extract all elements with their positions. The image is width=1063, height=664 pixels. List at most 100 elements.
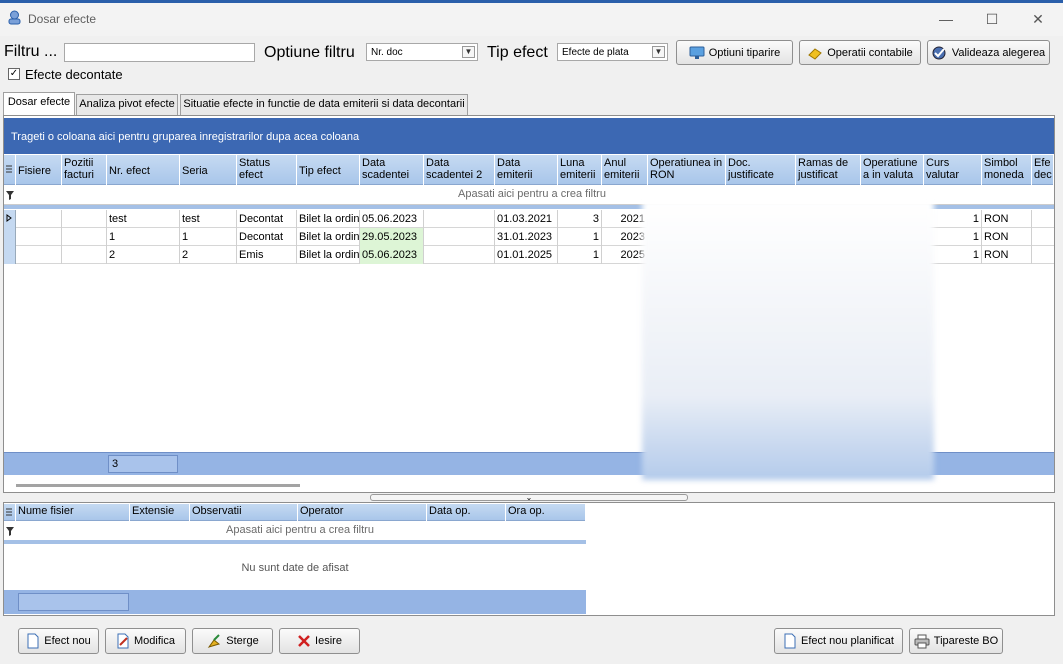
cell-pozitii[interactable]	[62, 228, 107, 246]
edit-document-icon	[117, 633, 129, 649]
column-chooser-icon[interactable]	[4, 504, 16, 521]
cell-fisiere[interactable]	[16, 210, 62, 228]
cell-tip-efect[interactable]: Bilet la ordin	[297, 246, 360, 264]
column-chooser-icon[interactable]	[4, 155, 16, 185]
cell-seria[interactable]: 1	[180, 228, 237, 246]
cell-tip-efect[interactable]: Bilet la ordin	[297, 210, 360, 228]
cell-data-emiterii[interactable]: 01.01.2025	[495, 246, 558, 264]
cell-status[interactable]: Decontat	[237, 228, 297, 246]
cell-seria[interactable]: test	[180, 210, 237, 228]
splitter-handle[interactable]: ⌄	[370, 494, 688, 502]
new-planned-effect-label: Efect nou planificat	[801, 635, 894, 647]
column-header[interactable]: Curs valutar	[924, 155, 982, 185]
column-header[interactable]: Data scadentei	[360, 155, 424, 185]
column-header[interactable]: Luna emiterii	[558, 155, 602, 185]
tab-dosar-efecte[interactable]: Dosar efecte	[3, 92, 75, 116]
column-header[interactable]: Doc. justificate	[726, 155, 796, 185]
row-indicator[interactable]	[4, 246, 16, 264]
close-button[interactable]: ✕	[1023, 8, 1053, 30]
column-header[interactable]: Data op.	[427, 504, 506, 521]
broom-icon	[208, 634, 221, 648]
column-header[interactable]: Operatiunea in RON	[648, 155, 726, 185]
column-header[interactable]: Operator	[298, 504, 427, 521]
filter-icon	[6, 527, 14, 536]
cell-data-scadentei-2[interactable]	[424, 246, 495, 264]
print-options-button[interactable]: Optiuni tiparire	[676, 40, 793, 65]
maximize-button[interactable]: ☐	[977, 8, 1007, 30]
validate-button[interactable]: Valideaza alegerea	[927, 40, 1050, 65]
exit-button[interactable]: Iesire	[279, 628, 360, 654]
tab-analiza-pivot[interactable]: Analiza pivot efecte	[76, 94, 178, 115]
cell-status[interactable]: Decontat	[237, 210, 297, 228]
column-header[interactable]: Ramas de justificat	[796, 155, 861, 185]
cell-nr-efect[interactable]: test	[107, 210, 180, 228]
modify-label: Modifica	[134, 635, 175, 647]
filter-option-label: Optiune filtru	[264, 44, 355, 61]
row-indicator[interactable]	[4, 228, 16, 246]
files-filter-row[interactable]: Apasati aici pentru a crea filtru	[4, 522, 586, 540]
cell-data-emiterii[interactable]: 31.01.2023	[495, 228, 558, 246]
column-header[interactable]: Status efect	[237, 155, 297, 185]
column-header[interactable]: Anul emiterii	[602, 155, 648, 185]
new-effect-button[interactable]: Efect nou	[18, 628, 99, 654]
effect-type-select[interactable]: Efecte de plata ▼	[557, 43, 668, 61]
row-count: 3	[108, 455, 178, 473]
cell-data-emiterii[interactable]: 01.03.2021	[495, 210, 558, 228]
settled-label: Efecte decontate	[25, 67, 123, 82]
column-header[interactable]: Efe dec	[1032, 155, 1054, 185]
column-header[interactable]: Data emiterii	[495, 155, 558, 185]
column-header[interactable]: Ora op.	[506, 504, 586, 521]
cell-nr-efect[interactable]: 1	[107, 228, 180, 246]
cell-data-scadentei[interactable]: 05.06.2023	[360, 210, 424, 228]
cell-seria[interactable]: 2	[180, 246, 237, 264]
column-header[interactable]: Nr. efect	[107, 155, 180, 185]
filter-input[interactable]	[64, 43, 255, 62]
cell-nr-efect[interactable]: 2	[107, 246, 180, 264]
empty-message: Nu sunt date de afisat	[241, 562, 349, 574]
cell-simbol-moneda[interactable]: RON	[982, 246, 1032, 264]
chevron-down-icon[interactable]: ▼	[462, 46, 475, 58]
print-bo-button[interactable]: Tipareste BO	[909, 628, 1003, 654]
horizontal-scrollbar[interactable]	[16, 484, 300, 487]
column-header[interactable]: Seria	[180, 155, 237, 185]
column-header[interactable]: Observatii	[190, 504, 298, 521]
monitor-icon	[689, 46, 705, 59]
settled-checkbox[interactable]: ✓	[8, 68, 20, 80]
grid-header: Fisiere Pozitii facturi Nr. efect Seria …	[4, 155, 1054, 185]
accounting-ops-button[interactable]: Operatii contabile	[799, 40, 921, 65]
filter-option-select[interactable]: Nr. doc ▼	[366, 43, 478, 61]
new-document-icon	[784, 633, 796, 649]
column-header[interactable]: Simbol moneda	[982, 155, 1032, 185]
tab-situatie-efecte[interactable]: Situatie efecte in functie de data emite…	[180, 94, 468, 115]
cell-pozitii[interactable]	[62, 210, 107, 228]
chevron-down-icon[interactable]: ▼	[652, 46, 665, 58]
cell-fisiere[interactable]	[16, 246, 62, 264]
cell-data-scadentei-2[interactable]	[424, 228, 495, 246]
column-header[interactable]: Data scadentei 2	[424, 155, 495, 185]
cell-luna-emiterii[interactable]: 1	[558, 246, 602, 264]
minimize-button[interactable]: —	[931, 8, 961, 30]
cell-status[interactable]: Emis	[237, 246, 297, 264]
delete-button[interactable]: Sterge	[192, 628, 273, 654]
column-header[interactable]: Extensie	[130, 504, 190, 521]
cell-simbol-moneda[interactable]: RON	[982, 228, 1032, 246]
new-planned-effect-button[interactable]: Efect nou planificat	[774, 628, 903, 654]
column-header[interactable]: Fisiere	[16, 155, 62, 185]
cell-data-scadentei-2[interactable]	[424, 210, 495, 228]
column-header[interactable]: Tip efect	[297, 155, 360, 185]
group-by-area[interactable]: Trageti o coloana aici pentru gruparea i…	[4, 118, 1054, 154]
column-header[interactable]: Pozitii facturi	[62, 155, 107, 185]
modify-button[interactable]: Modifica	[105, 628, 186, 654]
cell-simbol-moneda[interactable]: RON	[982, 210, 1032, 228]
cell-luna-emiterii[interactable]: 3	[558, 210, 602, 228]
cell-tip-efect[interactable]: Bilet la ordin	[297, 228, 360, 246]
filter-label: Filtru ...	[4, 43, 58, 60]
column-header[interactable]: Nume fisier	[16, 504, 130, 521]
cell-fisiere[interactable]	[16, 228, 62, 246]
cell-data-scadentei[interactable]: 05.06.2023	[360, 246, 424, 264]
cell-data-scadentei[interactable]: 29.05.2023	[360, 228, 424, 246]
column-header[interactable]: Operatiune a in valuta	[861, 155, 924, 185]
cell-pozitii[interactable]	[62, 246, 107, 264]
cell-luna-emiterii[interactable]: 1	[558, 228, 602, 246]
row-indicator[interactable]	[4, 210, 16, 228]
